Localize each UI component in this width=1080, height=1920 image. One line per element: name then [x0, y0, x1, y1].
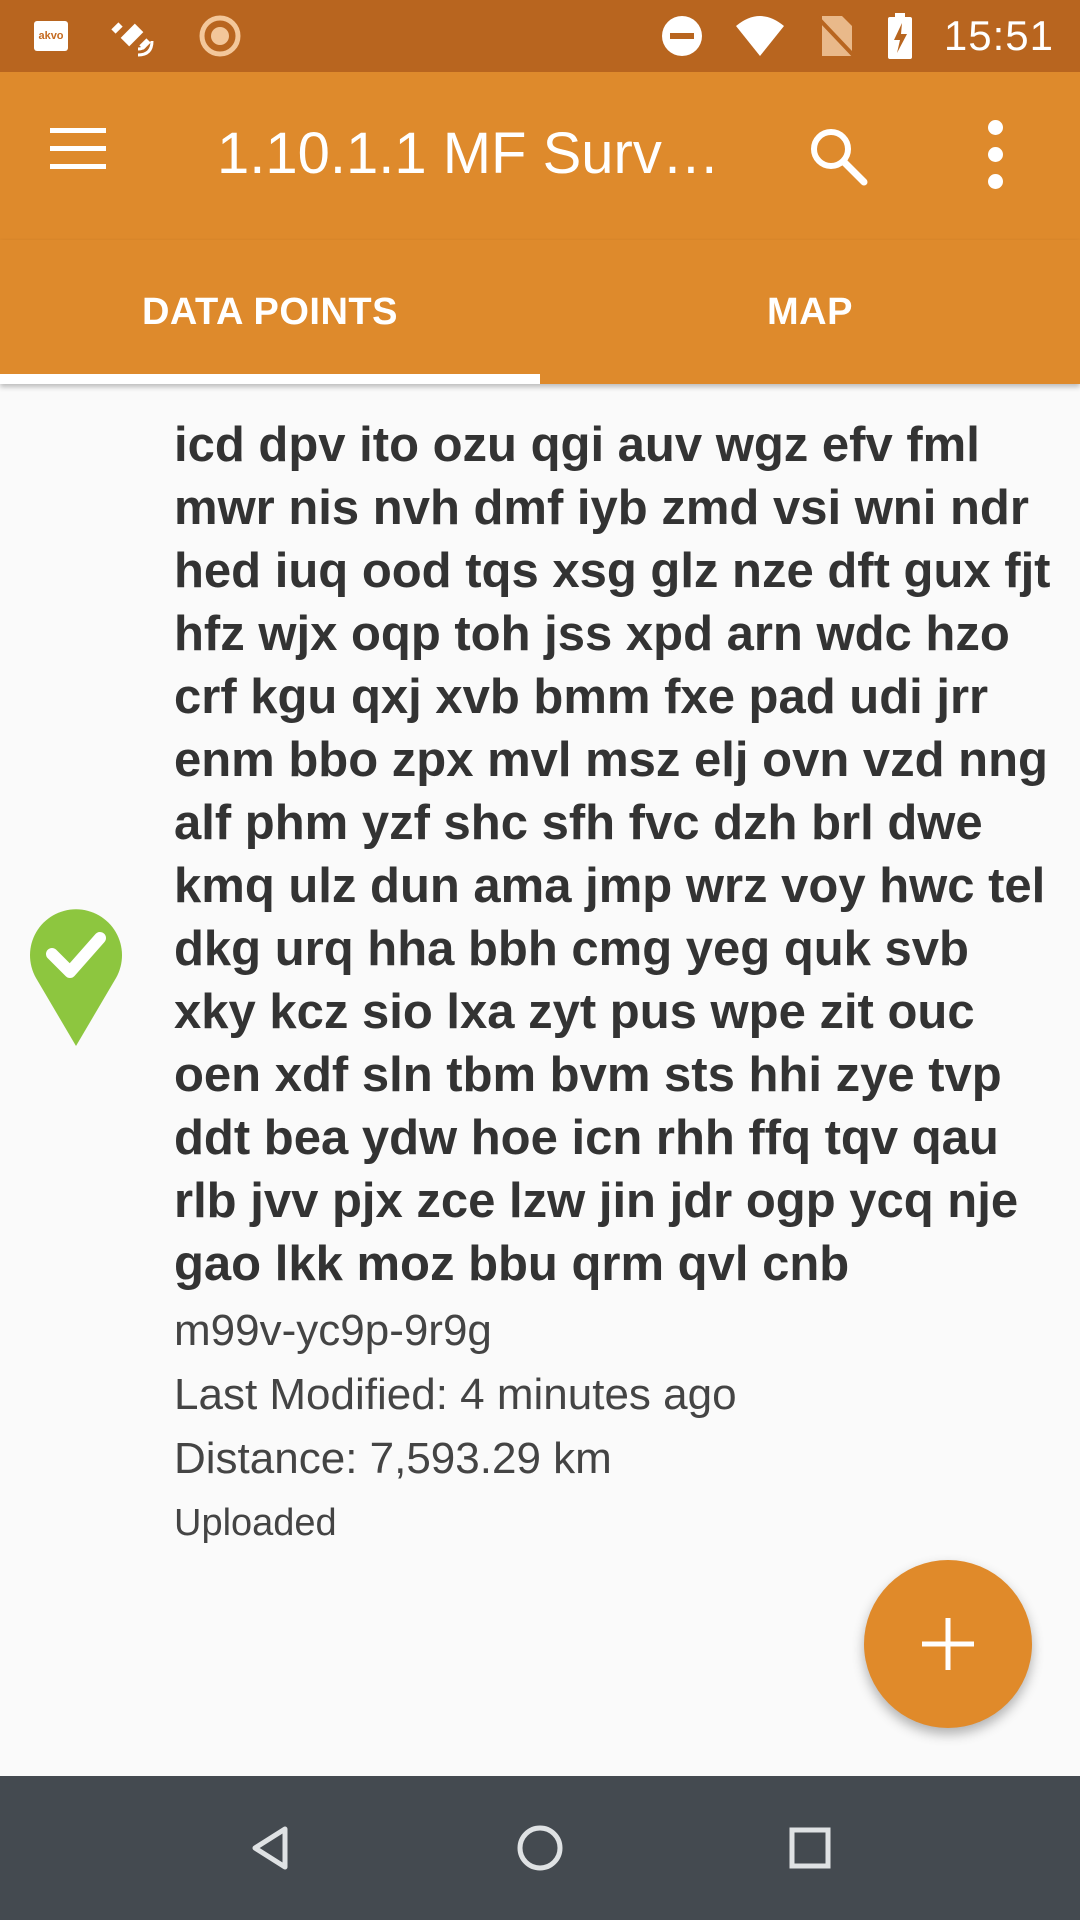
- home-button[interactable]: [504, 1812, 576, 1884]
- tab-map[interactable]: MAP: [540, 240, 1080, 384]
- system-navigation-bar: [0, 1776, 1080, 1920]
- clock: 15:51: [943, 12, 1054, 59]
- add-icon: [922, 1618, 974, 1670]
- data-point-status: Uploaded: [174, 1502, 337, 1544]
- status-bar-right: 15:51: [660, 12, 1054, 60]
- battery-charging-icon: [887, 13, 912, 59]
- wifi-icon: [735, 16, 784, 56]
- location-check-marker-icon: [30, 909, 123, 1046]
- tab-data-points-label: DATA POINTS: [141, 290, 398, 333]
- akvo-icon: akvo: [34, 21, 68, 51]
- sync-icon: [199, 15, 241, 57]
- add-data-point-button[interactable]: [864, 1560, 1032, 1728]
- data-point-distance: Distance: 7,593.29 km: [174, 1434, 612, 1483]
- app-toolbar: 1.10.1.1 MF Surv…: [0, 72, 1080, 240]
- recents-button[interactable]: [774, 1812, 846, 1884]
- status-bar-left: akvo: [34, 12, 242, 60]
- toolbar-title: 1.10.1.1 MF Surv…: [217, 121, 720, 186]
- more-vert-icon[interactable]: [980, 120, 1010, 192]
- hamburger-menu-icon[interactable]: [50, 128, 110, 184]
- tab-selected-indicator: [0, 374, 540, 384]
- tab-data-points[interactable]: DATA POINTS: [0, 240, 540, 384]
- back-icon: [252, 1826, 288, 1870]
- data-point-last-modified: Last Modified: 4 minutes ago: [174, 1370, 737, 1419]
- tab-map-label: MAP: [767, 290, 853, 333]
- tab-bar: DATA POINTS MAP: [0, 240, 1080, 384]
- data-point-list-item[interactable]: icd dpv ito ozu qgi auv wgz efv fml mwr …: [0, 384, 1080, 1564]
- data-point-id: m99v-yc9p-9r9g: [174, 1306, 492, 1355]
- back-button[interactable]: [234, 1812, 306, 1884]
- search-icon[interactable]: [806, 124, 870, 188]
- do-not-disturb-icon: [661, 16, 702, 56]
- no-sim-icon: [816, 16, 856, 58]
- recents-icon: [789, 1827, 831, 1869]
- fake-gps-icon: [111, 22, 154, 57]
- home-icon: [517, 1825, 563, 1871]
- akvo-icon-label: akvo: [38, 30, 64, 42]
- data-point-title: icd dpv ito ozu qgi auv wgz efv fml mwr …: [174, 418, 1051, 1291]
- status-bar: akvo 15:51: [0, 0, 1080, 72]
